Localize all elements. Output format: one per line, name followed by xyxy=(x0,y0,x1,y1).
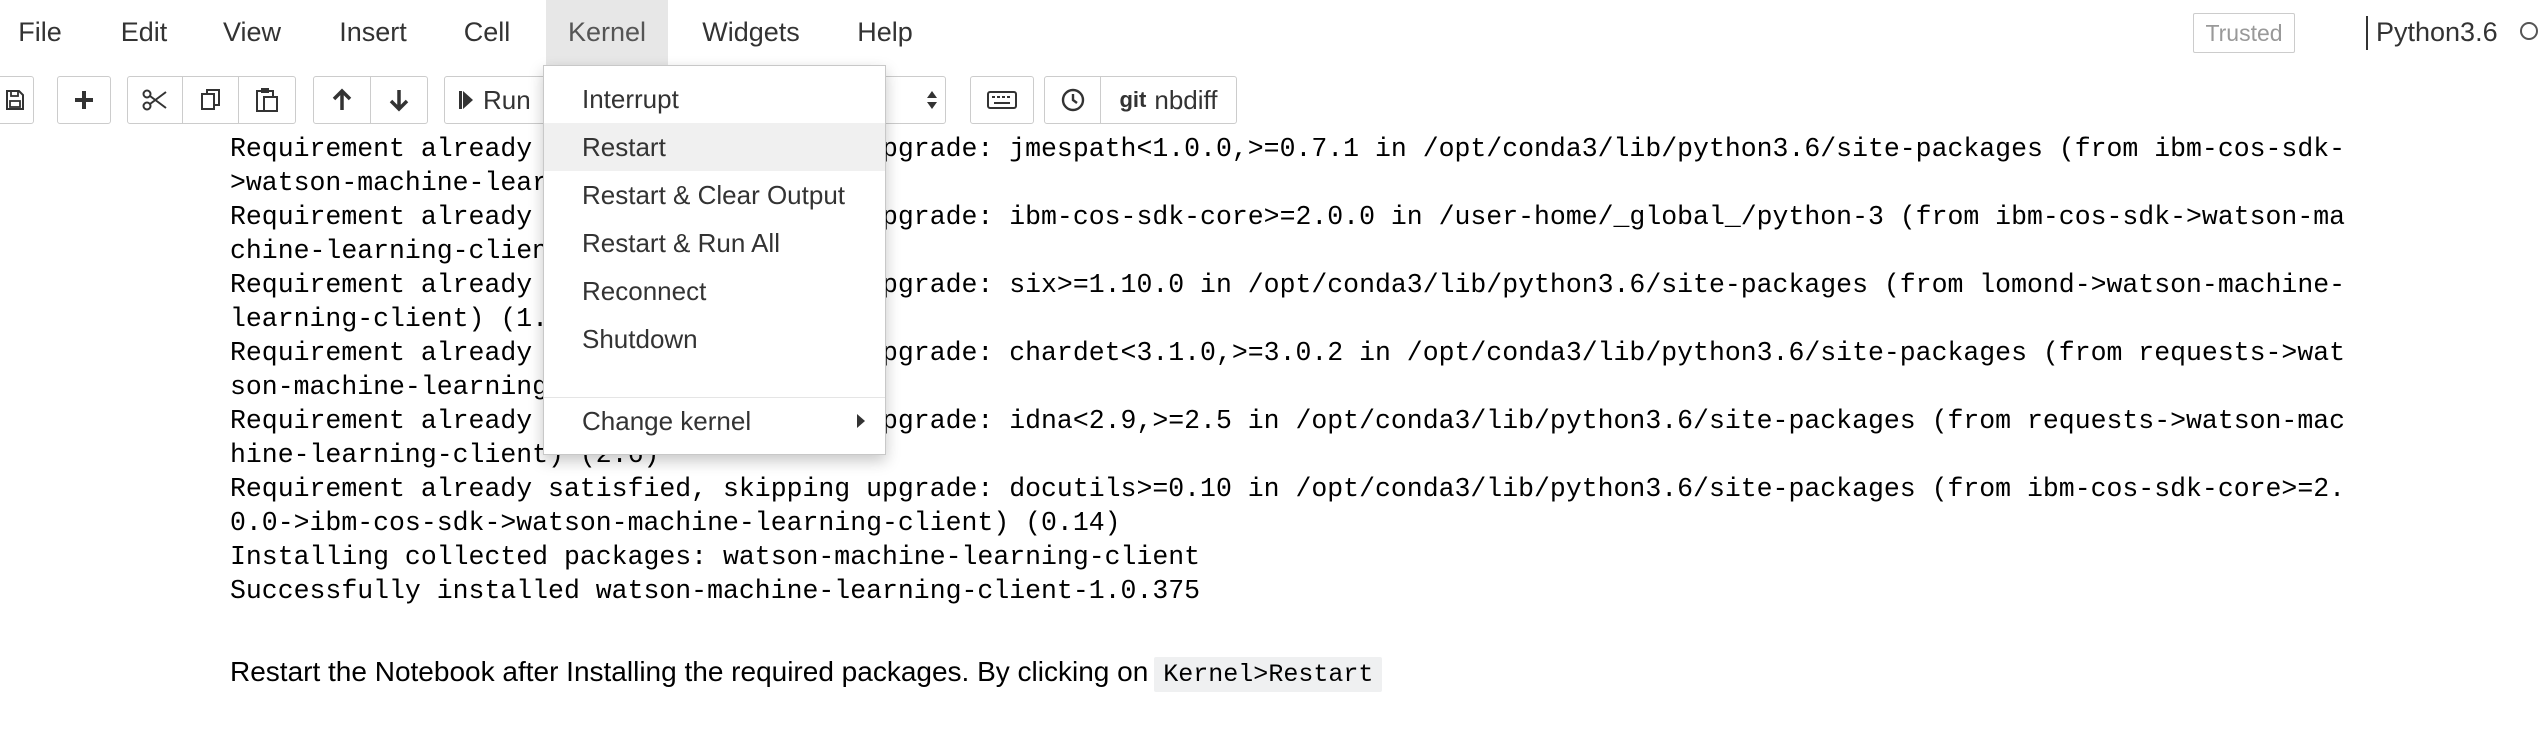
menu-cell[interactable]: Cell xyxy=(449,0,525,65)
cut-icon xyxy=(142,89,168,111)
clock-icon xyxy=(1061,88,1085,112)
run-icon xyxy=(459,90,473,110)
paste-button[interactable] xyxy=(238,76,296,124)
menu-item-change-kernel[interactable]: Change kernel xyxy=(544,397,885,445)
copy-icon xyxy=(199,88,223,112)
arrow-down-icon xyxy=(388,88,410,112)
menu-item-restart-clear-output[interactable]: Restart & Clear Output xyxy=(544,171,885,219)
move-up-button[interactable] xyxy=(313,76,371,124)
cut-button[interactable] xyxy=(127,76,183,124)
menu-item-shutdown[interactable]: Shutdown xyxy=(544,315,885,363)
menu-edit[interactable]: Edit xyxy=(104,0,184,65)
run-button[interactable]: Run xyxy=(444,76,554,124)
menu-insert[interactable]: Insert xyxy=(325,0,421,65)
select-arrows-icon xyxy=(925,88,939,112)
menu-widgets[interactable]: Widgets xyxy=(690,0,812,65)
menu-item-reconnect[interactable]: Reconnect xyxy=(544,267,885,315)
menu-item-interrupt[interactable]: Interrupt xyxy=(544,75,885,123)
kernel-separator xyxy=(2366,16,2368,50)
output-line: Successfully installed watson-machine-le… xyxy=(230,576,1201,606)
trusted-indicator[interactable]: Trusted xyxy=(2193,13,2295,53)
toolbar: Run git nbdiff xyxy=(0,65,2548,135)
markdown-text: Restart the Notebook after Installing th… xyxy=(230,656,1149,687)
git-icon: git xyxy=(1119,87,1147,112)
copy-button[interactable] xyxy=(182,76,239,124)
kernel-menu-dropdown: Interrupt Restart Restart & Clear Output… xyxy=(543,65,886,455)
output-line: 0.0->ibm-cos-sdk->watson-machine-learnin… xyxy=(230,508,1121,538)
menu-view[interactable]: View xyxy=(209,0,295,65)
markdown-cell: Restart the Notebook after Installing th… xyxy=(230,656,1383,692)
paste-icon xyxy=(255,87,279,113)
menu-help[interactable]: Help xyxy=(840,0,930,65)
keyboard-icon xyxy=(987,90,1017,110)
arrow-up-icon xyxy=(331,88,353,112)
output-line: Requirement already satisfied, skipping … xyxy=(230,474,2346,504)
submenu-caret-icon xyxy=(857,414,865,428)
nbdiff-label: nbdiff xyxy=(1154,84,1218,115)
menu-kernel[interactable]: Kernel xyxy=(546,0,668,65)
command-palette-button[interactable] xyxy=(970,76,1034,124)
save-icon xyxy=(5,89,25,111)
menu-file[interactable]: File xyxy=(0,0,80,65)
save-button[interactable] xyxy=(0,76,34,124)
kernel-name[interactable]: Python3.6 xyxy=(2376,0,2498,65)
menu-item-restart-run-all[interactable]: Restart & Run All xyxy=(544,219,885,267)
menubar: File Edit View Insert Cell Kernel Widget… xyxy=(0,0,2548,65)
menu-item-restart[interactable]: Restart xyxy=(544,123,885,171)
insert-cell-button[interactable] xyxy=(57,76,111,124)
inline-code: Kernel>Restart xyxy=(1154,657,1383,692)
plus-icon xyxy=(73,89,95,111)
kernel-idle-icon xyxy=(2520,22,2538,40)
run-label: Run xyxy=(483,84,531,115)
change-kernel-label: Change kernel xyxy=(582,406,752,436)
history-button[interactable] xyxy=(1044,76,1101,124)
move-down-button[interactable] xyxy=(370,76,428,124)
output-line: Installing collected packages: watson-ma… xyxy=(230,542,1201,572)
nbdiff-button[interactable]: git nbdiff xyxy=(1100,76,1237,124)
